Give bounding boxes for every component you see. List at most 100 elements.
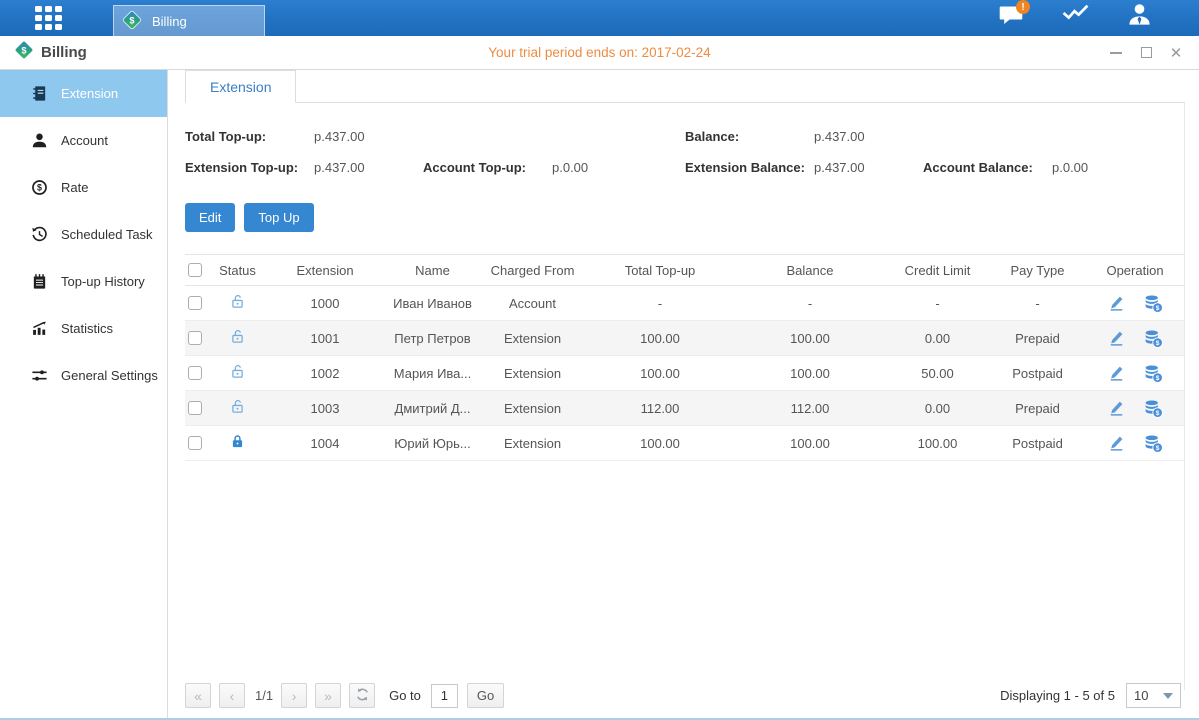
edit-pencil-icon[interactable] [1106,293,1127,314]
col-charged-from: Charged From [480,263,585,278]
maximize-button[interactable] [1139,46,1153,60]
total-topup-value: p.437.00 [314,129,423,144]
sidebar-item-label: Extension [61,86,118,101]
topbar: $ Billing ! [0,0,1199,36]
sidebar-item-top-up-history[interactable]: Top-up History [0,258,167,305]
svg-text:$: $ [37,183,42,193]
sliders-icon [30,367,48,385]
first-page-button[interactable]: « [185,683,211,708]
cell-credit-limit: - [885,296,990,311]
window-header: $ Billing Your trial period ends on: 201… [0,36,1199,70]
select-all-checkbox[interactable] [188,263,202,277]
sidebar-item-extension[interactable]: Extension [0,70,167,117]
billing-summary: Total Top-up: p.437.00 Extension Top-up:… [185,127,1185,189]
col-total-topup: Total Top-up [585,263,735,278]
cell-balance: 100.00 [735,436,885,451]
account-balance-value: p.0.00 [1052,160,1161,175]
cell-extension: 1001 [265,331,385,346]
page-size-value: 10 [1134,688,1148,703]
pagination-bar: « ‹ 1/1 › » Go to Go Displaying 1 - 5 of… [185,683,1185,708]
row-checkbox[interactable] [188,296,202,310]
top-up-coins-icon[interactable]: $ [1143,363,1164,384]
cell-pay-type: Postpaid [990,366,1085,381]
cell-credit-limit: 0.00 [885,401,990,416]
svg-text:$: $ [1156,375,1160,382]
cell-total-topup: - [585,296,735,311]
sidebar-item-general-settings[interactable]: General Settings [0,352,167,399]
edit-button[interactable]: Edit [185,203,235,232]
col-operation: Operation [1085,263,1185,278]
account-balance-label: Account Balance: [923,160,1052,175]
top-up-coins-icon[interactable]: $ [1143,293,1164,314]
row-checkbox[interactable] [188,401,202,415]
cell-charged-from: Extension [480,366,585,381]
top-up-coins-icon[interactable]: $ [1143,433,1164,454]
cell-pay-type: Prepaid [990,331,1085,346]
cell-total-topup: 100.00 [585,331,735,346]
page-size-select[interactable]: 10 [1126,683,1181,708]
svg-text:$: $ [129,15,135,25]
billing-diamond-icon: $ [121,9,143,34]
sidebar: Extension Account $ Rate Scheduled Task … [0,70,168,720]
top-up-coins-icon[interactable]: $ [1143,398,1164,419]
go-button[interactable]: Go [467,683,504,708]
billing-diamond-icon: $ [13,39,35,66]
row-checkbox[interactable] [188,436,202,450]
balance-label: Balance: [685,129,814,144]
refresh-button[interactable] [349,683,375,708]
table-row: 1000 Иван Иванов Account - - - - $ [185,286,1185,321]
address-book-icon [30,85,48,103]
minimize-button[interactable] [1109,46,1123,60]
col-name: Name [385,263,480,278]
cell-balance: 100.00 [735,366,885,381]
tab-extension[interactable]: Extension [185,70,296,103]
top-up-coins-icon[interactable]: $ [1143,328,1164,349]
user-menu-button[interactable] [1125,3,1153,31]
content-panel: Extension Total Top-up: p.437.00 Extensi… [168,70,1199,720]
user-icon [1127,2,1152,32]
close-button[interactable]: ✕ [1169,46,1183,60]
sidebar-item-account[interactable]: Account [0,117,167,164]
cell-pay-type: - [990,296,1085,311]
topbar-billing-task-tab[interactable]: $ Billing [113,5,265,36]
top-up-button[interactable]: Top Up [244,203,313,232]
window-title: $ Billing [13,39,87,66]
edit-pencil-icon[interactable] [1106,398,1127,419]
user-silhouette-icon [30,132,48,150]
window-title-label: Billing [41,44,87,61]
sidebar-item-label: Top-up History [61,274,145,289]
page-indicator: 1/1 [255,688,273,703]
extension-table: Status Extension Name Charged From Total… [185,254,1185,461]
next-page-button[interactable]: › [281,683,307,708]
row-checkbox[interactable] [188,331,202,345]
sidebar-item-rate[interactable]: $ Rate [0,164,167,211]
sidebar-item-statistics[interactable]: Statistics [0,305,167,352]
svg-text:$: $ [1156,445,1160,452]
last-page-button[interactable]: » [315,683,341,708]
edit-pencil-icon[interactable] [1106,328,1127,349]
cell-name: Дмитрий Д... [385,401,480,416]
cell-extension: 1004 [265,436,385,451]
svg-text:$: $ [21,46,27,56]
table-row: 1003 Дмитрий Д... Extension 112.00 112.0… [185,391,1185,426]
edit-pencil-icon[interactable] [1106,433,1127,454]
cell-charged-from: Account [480,296,585,311]
cell-total-topup: 100.00 [585,366,735,381]
prev-page-button[interactable]: ‹ [219,683,245,708]
extension-balance-label: Extension Balance: [685,160,814,175]
dollar-circle-icon: $ [30,179,48,197]
apps-grid-icon[interactable] [35,6,71,31]
notifications-button[interactable]: ! [997,3,1025,31]
cell-total-topup: 100.00 [585,436,735,451]
extension-topup-label: Extension Top-up: [185,160,314,175]
notification-badge: ! [1016,0,1030,14]
edit-pencil-icon[interactable] [1106,363,1127,384]
cell-charged-from: Extension [480,436,585,451]
table-row: 1001 Петр Петров Extension 100.00 100.00… [185,321,1185,356]
cell-credit-limit: 0.00 [885,331,990,346]
resource-monitor-button[interactable] [1061,3,1089,31]
goto-page-input[interactable] [431,684,458,708]
sidebar-item-scheduled-task[interactable]: Scheduled Task [0,211,167,258]
svg-text:$: $ [1156,410,1160,417]
row-checkbox[interactable] [188,366,202,380]
